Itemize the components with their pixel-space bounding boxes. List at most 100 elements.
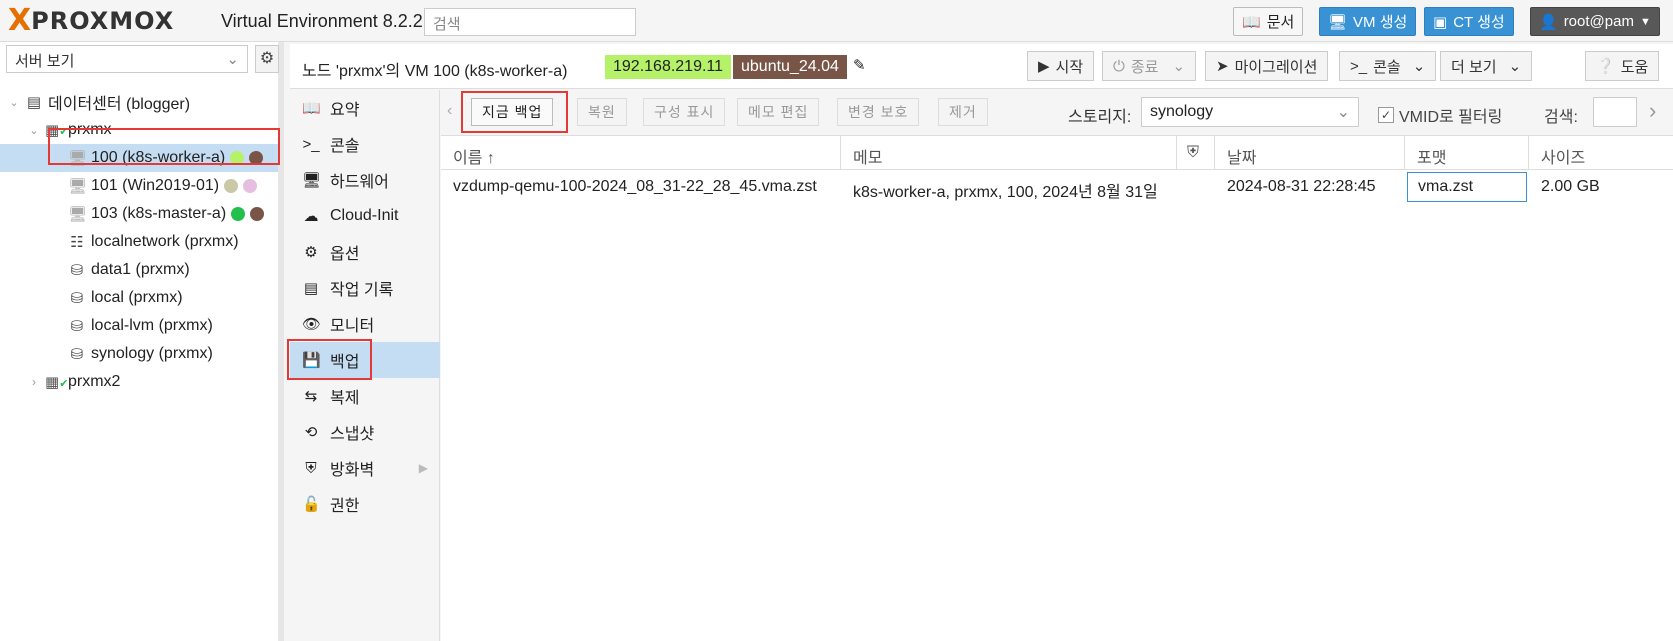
cell-name: vzdump-qemu-100-2024_08_31-22_28_45.vma.… xyxy=(453,178,817,195)
menu-item-hardware[interactable]: 🖥 하드웨어 xyxy=(290,162,440,198)
cube-icon: ▣ xyxy=(1433,13,1448,31)
docs-button[interactable]: 📖 문서 xyxy=(1233,7,1304,36)
chevron-down-icon: ⌄ xyxy=(1412,58,1426,75)
menu-item-task-history[interactable]: ▤ 작업 기록 xyxy=(290,270,440,306)
global-search-input[interactable]: 검색 xyxy=(424,8,636,36)
column-date[interactable]: 날짜 xyxy=(1215,136,1405,170)
menu-item-label: 모니터 xyxy=(330,318,375,335)
tree-node-storage-data1[interactable]: ⛁ data1 (prxmx) xyxy=(68,256,278,284)
product-version: Virtual Environment 8.2.2 xyxy=(221,11,423,31)
storage-icon: ⛁ xyxy=(70,290,84,307)
power-icon: ⏻ xyxy=(1113,57,1125,75)
tree-node-storage-local-lvm[interactable]: ⛁ local-lvm (prxmx) xyxy=(68,312,278,340)
tree-node-prxmx[interactable]: ⌄ ▦✔ prxmx xyxy=(28,116,278,144)
chevron-down-icon: ⌄ xyxy=(226,51,239,68)
table-row[interactable]: vzdump-qemu-100-2024_08_31-22_28_45.vma.… xyxy=(441,170,1673,206)
chevron-right-icon: ▶ xyxy=(418,461,428,475)
tree-node-label: prxmx xyxy=(68,121,112,138)
tree-node-prxmx2[interactable]: › ▦✔ prxmx2 xyxy=(28,368,278,396)
snapshot-icon: ⟲ xyxy=(304,424,318,441)
tag-os[interactable]: ubuntu_24.04 xyxy=(733,55,847,79)
tree-node-storage-synology[interactable]: ⛁ synology (prxmx) xyxy=(68,340,278,368)
view-select-value: 서버 보기 xyxy=(15,53,75,70)
menu-item-summary[interactable]: 📖 요약 xyxy=(290,90,440,126)
proxmox-logo[interactable]: X PROXMOX xyxy=(8,6,175,36)
backup-toolbar: ‹ 지금 백업 복원 구성 표시 메모 편집 변경 보호 제거 스토리지: sy… xyxy=(441,90,1673,136)
column-size[interactable]: 사이즈 xyxy=(1529,136,1673,170)
edit-notes-button[interactable]: 메모 편집 xyxy=(737,98,820,126)
shutdown-button[interactable]: ⏻ 종료 ⌄ xyxy=(1102,51,1197,81)
console-button[interactable]: >_ 콘솔 ⌄ xyxy=(1339,51,1437,81)
storage-select[interactable]: synology ⌄ xyxy=(1141,97,1359,127)
terminal-icon: >_ xyxy=(1350,57,1368,75)
restore-button[interactable]: 복원 xyxy=(577,98,627,126)
start-button[interactable]: ▶ 시작 xyxy=(1027,51,1095,81)
firewall-icon: ⛨ xyxy=(305,459,317,477)
tag-dot xyxy=(231,207,246,221)
column-format[interactable]: 포맷 xyxy=(1405,136,1529,170)
menu-item-monitor[interactable]: 👁 모니터 xyxy=(290,306,440,342)
user-menu-button[interactable]: 👤 root@pam ▼ xyxy=(1530,7,1660,36)
tree-node-datacenter[interactable]: ⌄ ▤ 데이터센터 (blogger) xyxy=(8,88,278,116)
gear-icon[interactable]: ⚙ xyxy=(255,45,279,73)
resource-tree-panel: 서버 보기 ⌄ ⚙ ⌄ ▤ 데이터센터 (blogger) ⌄ ▦✔ prxmx… xyxy=(0,42,284,641)
console-label: 콘솔 xyxy=(1373,58,1401,76)
menu-item-snapshot[interactable]: ⟲ 스냅샷 xyxy=(290,414,440,450)
cell-format[interactable]: vma.zst xyxy=(1407,172,1527,202)
tag-ip[interactable]: 192.168.219.11 xyxy=(605,55,732,79)
menu-item-label: 옵션 xyxy=(330,246,360,263)
menu-item-cloud-init[interactable]: ☁ Cloud-Init xyxy=(290,198,440,234)
menu-item-label: 하드웨어 xyxy=(330,174,389,191)
menu-item-backup[interactable]: 💾 백업 xyxy=(290,342,440,378)
storage-label: 스토리지: xyxy=(1068,109,1132,126)
tree-node-vm-100[interactable]: 🖥 100 (k8s-worker-a) xyxy=(0,144,278,172)
column-name[interactable]: 이름 ↑ xyxy=(441,136,841,170)
column-protected[interactable]: ⛨ xyxy=(1177,136,1215,170)
scroll-right-icon[interactable]: › xyxy=(1649,98,1656,124)
backup-now-button[interactable]: 지금 백업 xyxy=(471,98,554,126)
menu-item-replication[interactable]: ⇆ 복제 xyxy=(290,378,440,414)
column-notes[interactable]: 메모 xyxy=(841,136,1177,170)
chevron-down-icon: ⌄ xyxy=(9,96,19,109)
tree-node-storage-local[interactable]: ⛁ local (prxmx) xyxy=(68,284,278,312)
tree-node-vm-103[interactable]: 🖥 103 (k8s-master-a) xyxy=(68,200,278,228)
replication-icon: ⇆ xyxy=(304,388,318,405)
search-input[interactable] xyxy=(1593,97,1637,127)
show-config-button[interactable]: 구성 표시 xyxy=(643,98,726,126)
monitor-icon: 👁 xyxy=(302,316,322,333)
tag-dot-os xyxy=(249,151,264,165)
menu-item-permissions[interactable]: 🔓 권한 xyxy=(290,486,440,522)
datacenter-icon: ▤ xyxy=(26,94,42,111)
vm-icon: 🖥 xyxy=(68,150,88,167)
book-icon: 📖 xyxy=(1242,13,1261,31)
menu-item-label: 권한 xyxy=(330,498,360,515)
remove-button[interactable]: 제거 xyxy=(938,98,988,126)
vmid-filter-checkbox[interactable]: ✓ VMID로 필터링 xyxy=(1378,103,1502,127)
pencil-icon[interactable]: ✎ xyxy=(853,56,866,74)
node-icon: ▦✔ xyxy=(45,122,69,139)
vm-title: 노드 'prxmx'의 VM 100 (k8s-worker-a) xyxy=(302,63,568,80)
tree-node-network[interactable]: ☷ localnetwork (prxmx) xyxy=(68,228,278,256)
create-ct-button[interactable]: ▣ CT 생성 xyxy=(1424,7,1514,36)
protect-button[interactable]: 변경 보호 xyxy=(837,98,920,126)
help-button[interactable]: ❔ 도움 xyxy=(1585,51,1660,81)
menu-item-options[interactable]: ⚙ 옵션 xyxy=(290,234,440,270)
cell-notes: k8s-worker-a, prxmx, 100, 2024년 8월 31일 xyxy=(853,184,1158,201)
create-vm-button[interactable]: 🖥 VM 생성 xyxy=(1319,7,1417,36)
menu-item-label: Cloud-Init xyxy=(330,207,399,224)
scroll-left-icon[interactable]: ‹ xyxy=(447,102,452,120)
menu-item-console[interactable]: >_ 콘솔 xyxy=(290,126,440,162)
chevron-down-icon: ▼ xyxy=(1639,15,1651,28)
tree-node-vm-101[interactable]: 🖥 101 (Win2019-01) xyxy=(68,172,278,200)
task-history-icon: ▤ xyxy=(303,280,319,297)
more-label: 더 보기 xyxy=(1451,58,1497,76)
view-select[interactable]: 서버 보기 ⌄ xyxy=(6,45,248,73)
menu-item-firewall[interactable]: ⛨ 방화벽 ▶ xyxy=(290,450,440,486)
shutdown-label: 종료 xyxy=(1130,58,1159,76)
tag-dot xyxy=(243,179,258,193)
migrate-button[interactable]: ➤ 마이그레이션 xyxy=(1205,51,1329,81)
chevron-down-icon: ⌄ xyxy=(1172,58,1186,75)
tag-dot xyxy=(250,207,265,221)
logo-text: PROXMOX xyxy=(31,7,175,35)
more-button[interactable]: 더 보기 ⌄ xyxy=(1440,51,1533,81)
